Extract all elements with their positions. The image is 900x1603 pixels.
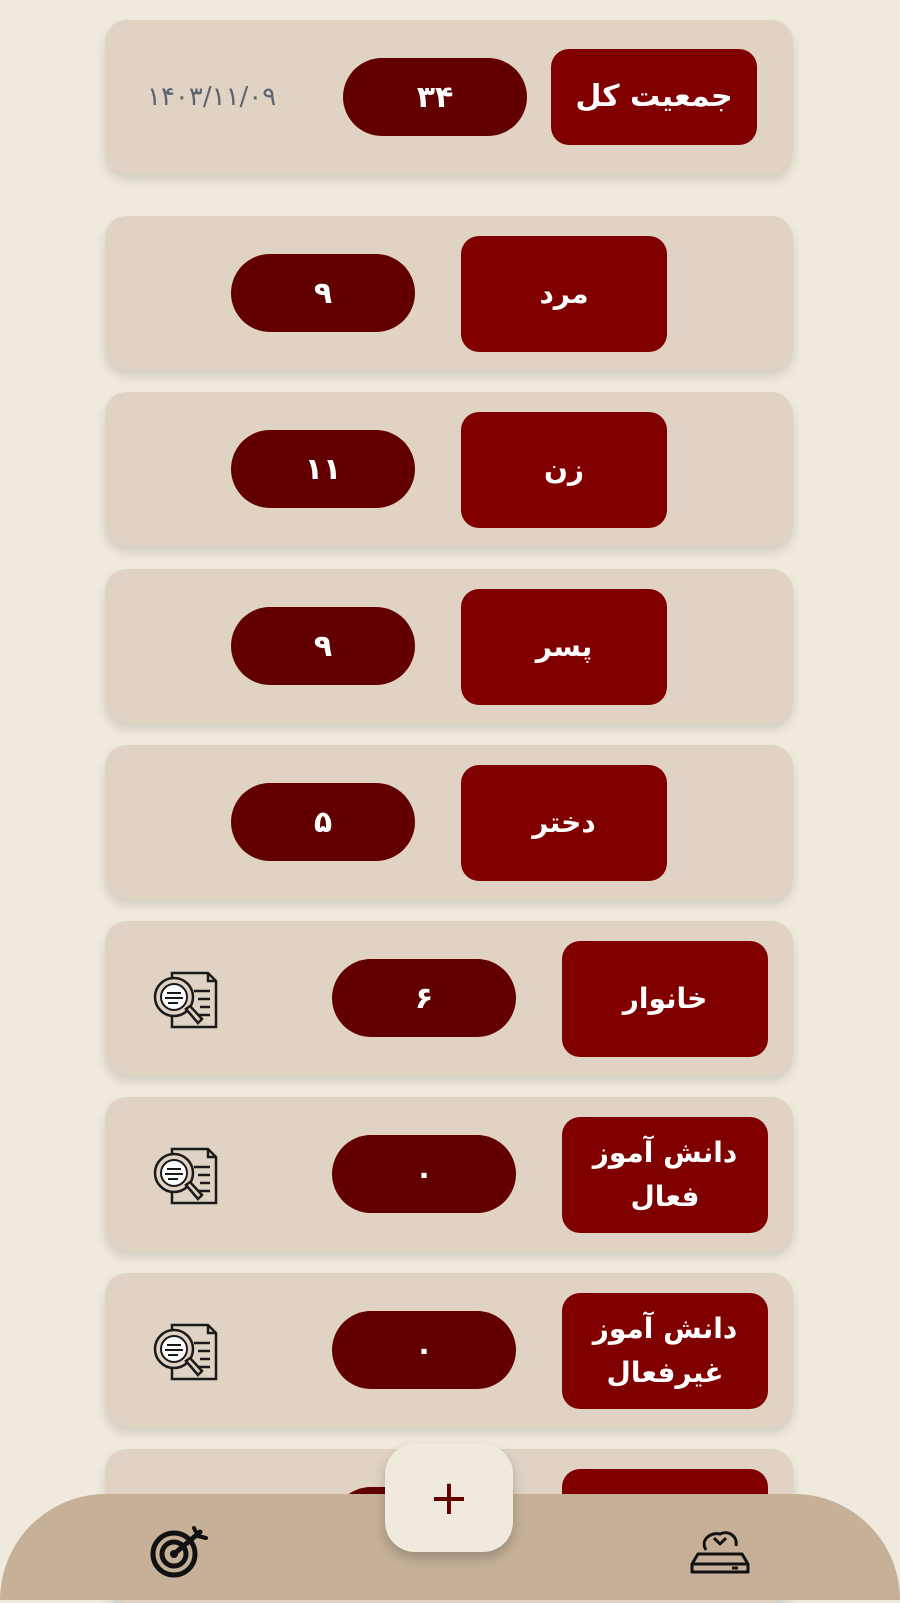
category-card-active-student: دانش آموز فعال ۰ [105,1097,793,1251]
target-icon[interactable] [148,1524,212,1580]
stat-count-girl: ۵ [231,783,415,861]
stat-card-female: زن ۱۱ [105,392,793,546]
stat-label-boy: پسر [461,589,667,705]
stat-label-female: زن [461,412,667,528]
stat-count-female: ۱۱ [231,430,415,508]
total-population-label: جمعیت کل [551,49,757,145]
stat-label-male: مرد [461,236,667,352]
category-label-active-student: دانش آموز فعال [562,1117,768,1233]
document-search-icon[interactable] [150,1145,220,1207]
category-card-inactive-student: دانش آموز غیرفعال ۰ [105,1273,793,1427]
stat-count-male: ۹ [231,254,415,332]
category-card-household: خانوار ۶ [105,921,793,1075]
category-count-active-student: ۰ [332,1135,516,1213]
add-button[interactable]: + [385,1444,513,1552]
stat-card-male: مرد ۹ [105,216,793,370]
category-count-household: ۶ [332,959,516,1037]
cloud-sync-icon[interactable] [688,1528,752,1574]
stat-label-girl: دختر [461,765,667,881]
total-population-count: ۳۴ [343,58,527,136]
stat-card-girl: دختر ۵ [105,745,793,899]
stat-card-boy: پسر ۹ [105,569,793,723]
category-label-inactive-student: دانش آموز غیرفعال [562,1293,768,1409]
stat-count-boy: ۹ [231,607,415,685]
category-label-household: خانوار [562,941,768,1057]
date-text: ۱۴۰۳/۱۱/۰۹ [147,82,277,112]
total-population-card: جمعیت کل ۳۴ ۱۴۰۳/۱۱/۰۹ [105,20,793,174]
document-search-icon[interactable] [150,969,220,1031]
document-search-icon[interactable] [150,1321,220,1383]
category-count-inactive-student: ۰ [332,1311,516,1389]
